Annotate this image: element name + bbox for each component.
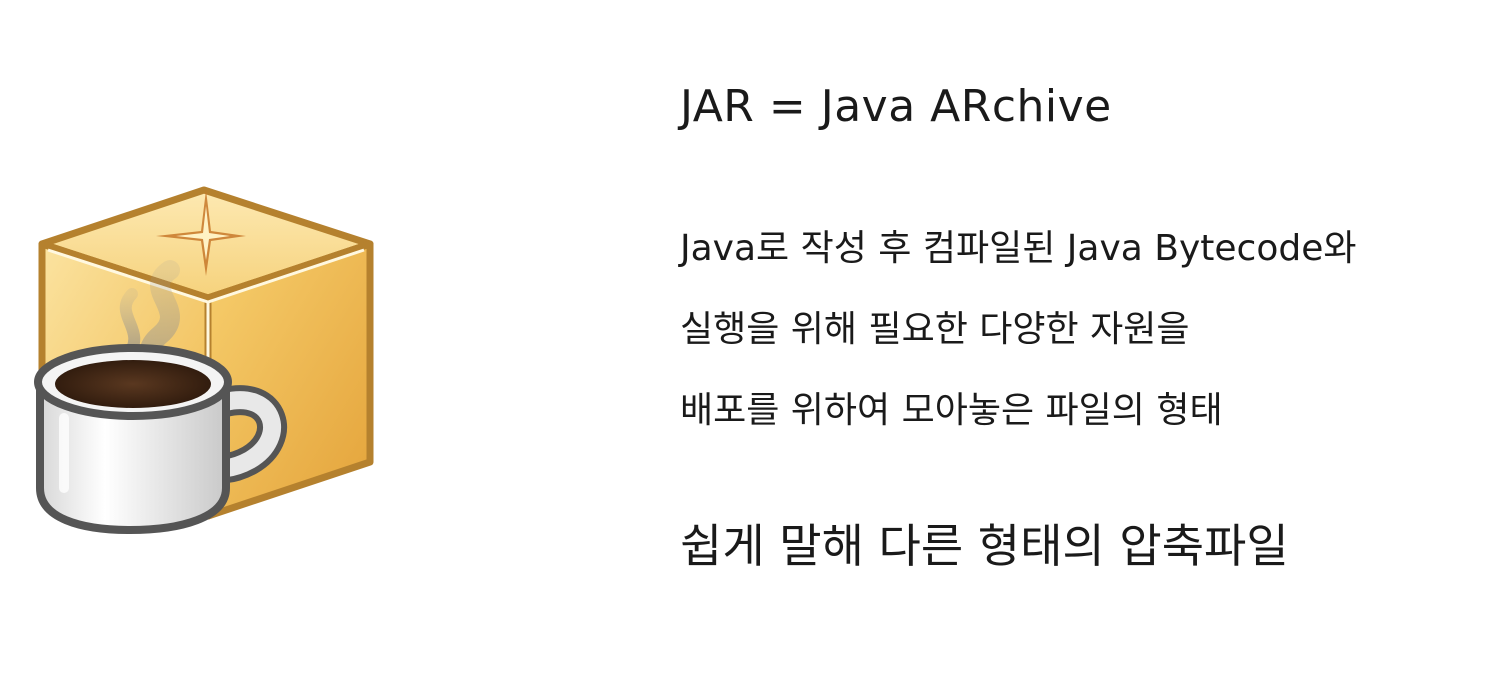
description-line-3: 배포를 위하여 모아놓은 파일의 형태 (680, 390, 1223, 431)
description-line-1: Java로 작성 후 컴파일된 Java Bytecode와 (680, 228, 1357, 269)
description-line-2: 실행을 위해 필요한 다양한 자원을 (680, 309, 1190, 350)
jar-coffee-box-icon (20, 170, 400, 550)
coffee (55, 360, 211, 408)
description: Java로 작성 후 컴파일된 Java Bytecode와 실행을 위해 필요… (680, 208, 1480, 451)
summary-text: 쉽게 말해 다른 형태의 압축파일 (680, 519, 1289, 573)
slide: JAR = Java ARchive Java로 작성 후 컴파일된 Java … (0, 0, 1511, 691)
slide-title: JAR = Java ARchive (680, 81, 1112, 132)
text-column: JAR = Java ARchive Java로 작성 후 컴파일된 Java … (680, 70, 1480, 581)
